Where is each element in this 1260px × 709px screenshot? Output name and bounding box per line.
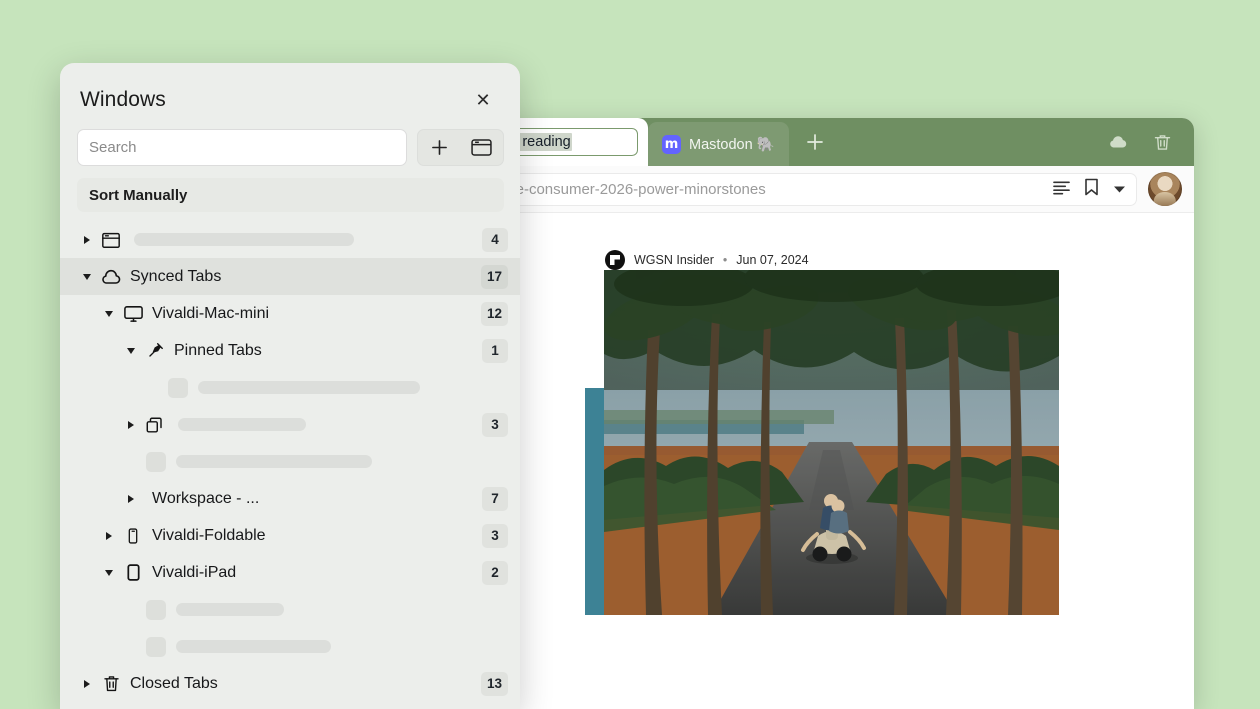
tree-row-label: Closed Tabs <box>130 674 218 692</box>
favicon-placeholder <box>146 599 166 620</box>
title-placeholder-bar <box>134 233 354 246</box>
tree-row-foldable[interactable]: Vivaldi-Foldable 3 <box>60 517 520 554</box>
byline-separator: • <box>722 253 728 267</box>
tab-strip-actions <box>795 125 835 166</box>
caret-right-icon[interactable] <box>98 531 120 540</box>
bookmark-icon[interactable] <box>1084 178 1099 200</box>
sync-cloud-icon[interactable] <box>1098 125 1138 159</box>
caret-right-icon[interactable] <box>76 679 98 688</box>
caret-down-icon[interactable] <box>120 347 142 354</box>
tree-row-tab-2[interactable] <box>60 443 520 480</box>
panel-search-row: Search <box>60 113 520 166</box>
wgsn-logo-icon <box>605 250 625 270</box>
sort-mode-row[interactable]: Sort Manually <box>77 178 504 212</box>
favicon-placeholder <box>168 377 188 398</box>
title-placeholder-bar <box>176 640 331 653</box>
cloud-icon <box>98 266 124 288</box>
tree-row-label: Workspace - ... <box>152 489 260 507</box>
title-placeholder-bar <box>176 455 372 468</box>
tab-count-badge: 2 <box>482 560 508 585</box>
windows-tree: 4 Synced Tabs 17 Vivaldi-Mac-mini 12 Pinned T… <box>60 221 520 702</box>
reader-view-icon[interactable] <box>1053 180 1070 199</box>
tree-row-window-1[interactable]: 4 <box>60 221 520 258</box>
tree-row-ipad-tab-1[interactable] <box>60 591 520 628</box>
tab-stack-icon <box>142 415 168 435</box>
tree-row-synced-tabs[interactable]: Synced Tabs 17 <box>60 258 520 295</box>
tab-count-badge: 3 <box>482 523 508 548</box>
mastodon-icon: m <box>662 134 681 154</box>
title-placeholder-bar <box>198 381 420 394</box>
caret-right-icon[interactable] <box>120 494 142 503</box>
sort-mode-label: Sort Manually <box>89 186 188 204</box>
tree-row-workspace-1[interactable]: Workspace - ... 7 <box>60 480 520 517</box>
hero-image <box>604 270 1059 615</box>
caret-down-icon[interactable] <box>98 310 120 317</box>
tab-count-badge: 4 <box>482 227 508 252</box>
title-placeholder-bar <box>176 603 284 616</box>
search-placeholder: Search <box>89 139 137 156</box>
tab-count-badge: 12 <box>480 301 508 326</box>
search-input[interactable]: Search <box>77 129 407 166</box>
desktop-root: My reading m Mastodon 🐘 /en/blogs/future… <box>0 0 1260 709</box>
tree-row-label: Vivaldi-iPad <box>152 563 237 581</box>
byline-author: WGSN Insider <box>634 253 714 267</box>
caret-right-icon[interactable] <box>120 420 142 429</box>
close-icon[interactable]: ✕ <box>470 87 496 113</box>
tree-row-ipad-tab-2[interactable] <box>60 628 520 665</box>
new-tab-button[interactable] <box>795 125 835 159</box>
tab-strip-right-icons <box>1098 125 1194 166</box>
window-icon <box>98 230 124 250</box>
trash-icon[interactable] <box>1142 125 1182 159</box>
tablet-icon <box>120 563 146 582</box>
chevron-down-icon[interactable] <box>1113 181 1126 198</box>
panel-action-buttons <box>417 129 504 166</box>
pin-icon <box>142 341 168 360</box>
caret-down-icon[interactable] <box>98 569 120 576</box>
add-window-button[interactable] <box>419 130 459 165</box>
tree-row-label: Vivaldi-Mac-mini <box>152 304 270 322</box>
tree-row-mac-mini[interactable]: Vivaldi-Mac-mini 12 <box>60 295 520 332</box>
favicon-placeholder <box>146 451 166 472</box>
caret-right-icon[interactable] <box>76 235 98 244</box>
tree-row-tab-stack-1[interactable]: 3 <box>60 406 520 443</box>
address-bar-icons <box>1043 178 1126 200</box>
article-byline: WGSN Insider • Jun 07, 2024 <box>605 250 809 270</box>
new-window-icon[interactable] <box>462 130 502 165</box>
byline-date: Jun 07, 2024 <box>736 253 809 267</box>
tree-row-ipad[interactable]: Vivaldi-iPad 2 <box>60 554 520 591</box>
panel-header: Windows ✕ <box>60 63 520 113</box>
tree-row-pinned-tab-1[interactable] <box>60 369 520 406</box>
panel-title: Windows <box>80 88 166 111</box>
tree-row-label: Synced Tabs <box>130 267 222 285</box>
profile-avatar[interactable] <box>1148 172 1182 206</box>
article-hero <box>585 270 1060 615</box>
tree-row-pinned-tabs[interactable]: Pinned Tabs 1 <box>60 332 520 369</box>
trash-icon <box>98 674 124 693</box>
tab-count-badge: 13 <box>480 671 508 696</box>
desktop-icon <box>120 303 146 324</box>
tree-row-label: Vivaldi-Foldable <box>152 526 266 544</box>
caret-down-icon[interactable] <box>76 273 98 280</box>
browser-tab-mastodon[interactable]: m Mastodon 🐘 <box>648 122 789 166</box>
tree-row-label: Pinned Tabs <box>174 341 262 359</box>
tab-count-badge: 1 <box>482 338 508 363</box>
tab-count-badge: 3 <box>482 412 508 437</box>
title-placeholder-bar <box>178 418 306 431</box>
tab-title-text: Mastodon 🐘 <box>689 136 775 153</box>
windows-panel: Windows ✕ Search Sort Manually 4Synced <box>60 63 520 709</box>
phone-icon <box>120 527 146 545</box>
tree-row-closed-tabs[interactable]: Closed Tabs 13 <box>60 665 520 702</box>
tab-count-badge: 17 <box>480 264 508 289</box>
favicon-placeholder <box>146 636 166 657</box>
tab-count-badge: 7 <box>482 486 508 511</box>
